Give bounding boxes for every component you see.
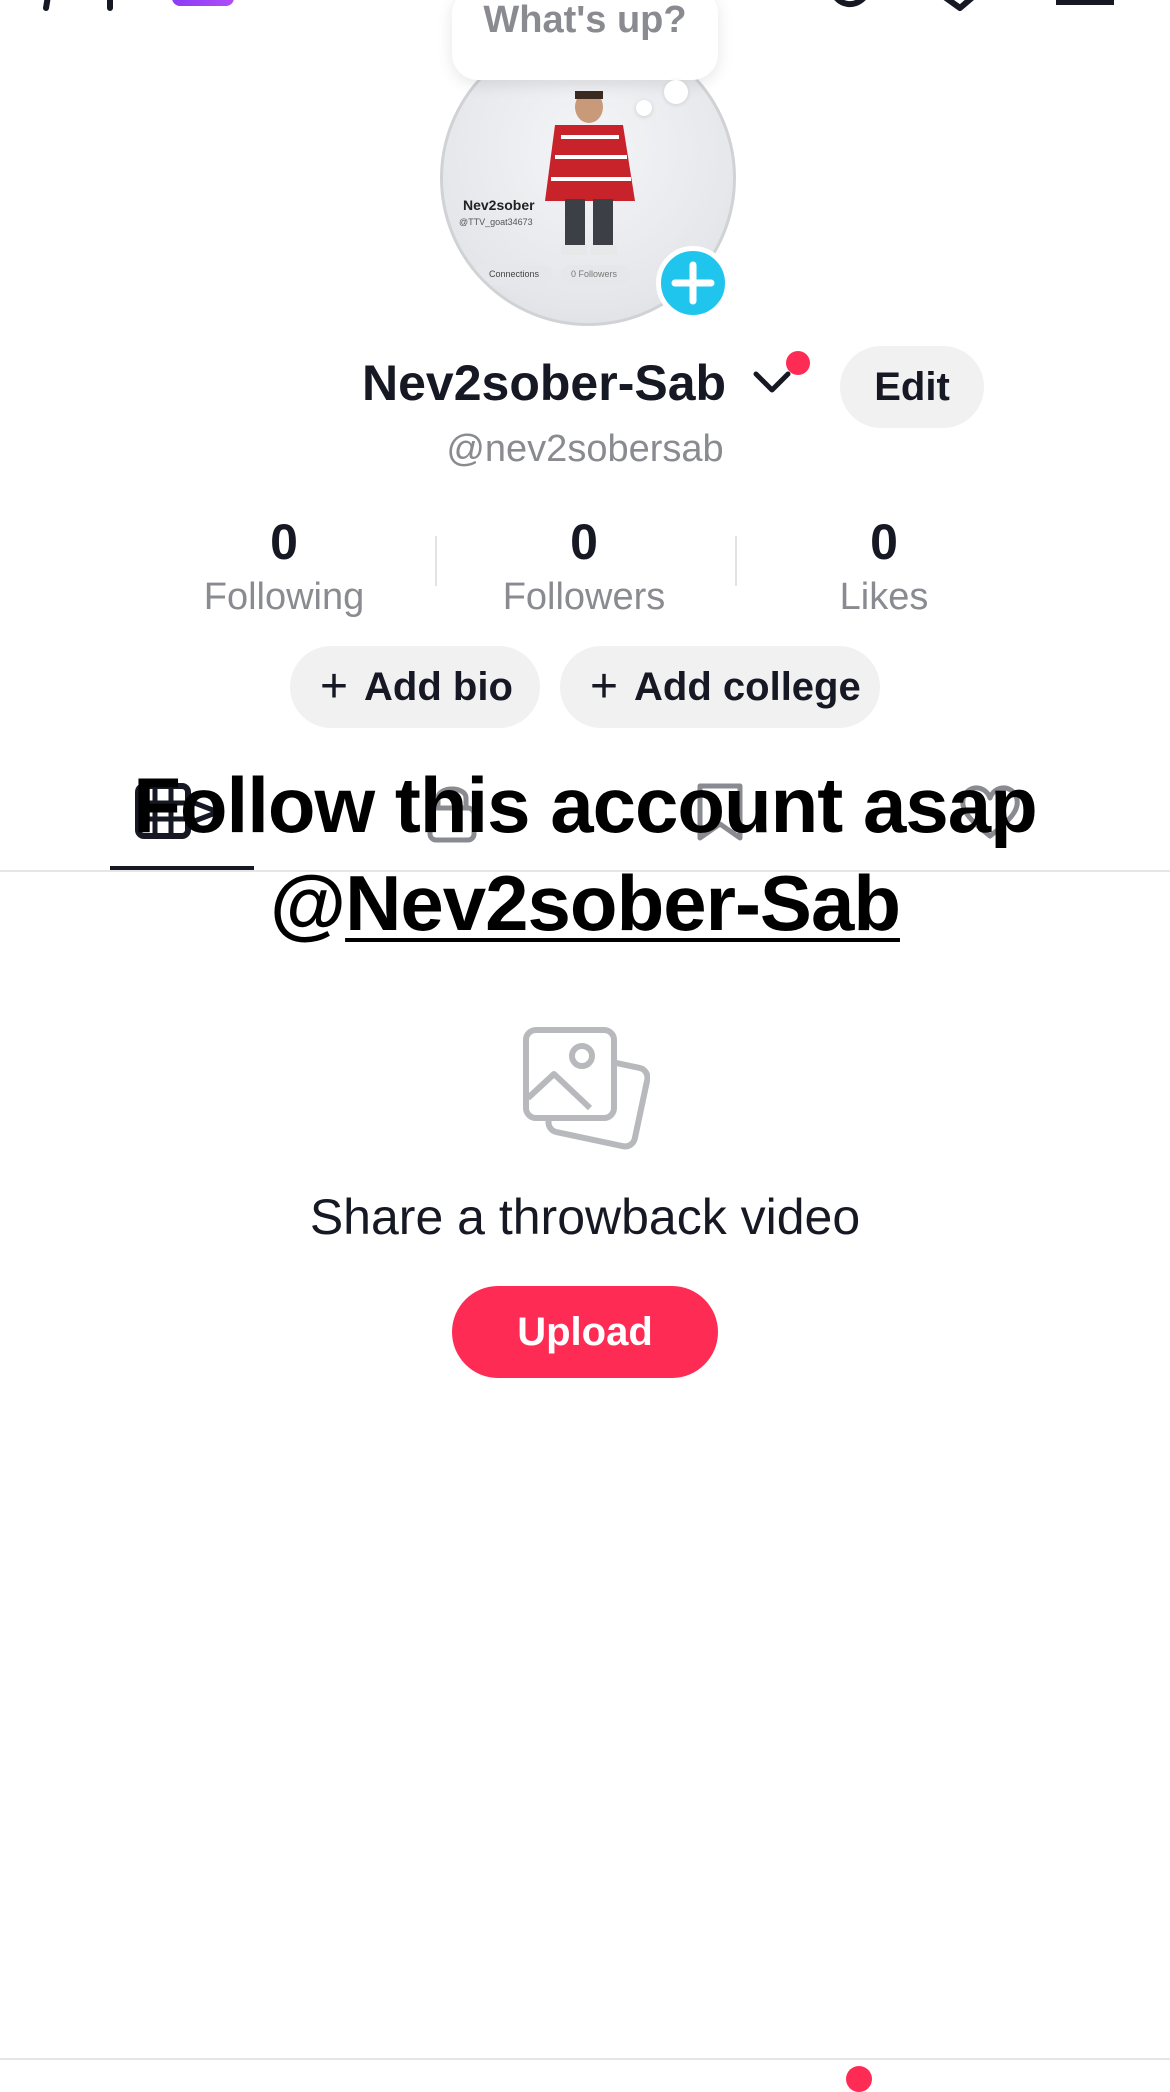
plus-icon: + [590,660,619,713]
stat-likes[interactable]: 0 Likes [734,512,1034,622]
inbox-notification-dot [846,2066,872,2092]
stat-following[interactable]: 0 Following [134,512,434,622]
overlay-mention-link[interactable]: Nev2sober-Sab [345,859,901,947]
stat-following-value: 0 [270,514,298,570]
overlay-caption: Follow this account asap @Nev2sober-Sab [0,756,1170,952]
add-college-label: Add college [634,665,861,709]
status-bubble[interactable]: What's up? [452,0,718,80]
stat-followers[interactable]: 0 Followers [434,512,734,622]
add-photo-button[interactable] [656,246,730,320]
status-bubble-text: What's up? [483,0,687,41]
add-bio-button[interactable]: + Add bio [290,646,540,728]
stat-following-label: Following [203,576,365,618]
photo-stack-icon [523,1027,650,1150]
add-friend-icon[interactable] [40,0,130,18]
menu-icon[interactable] [1056,0,1114,5]
share-icon[interactable] [926,0,996,18]
add-bio-label: Add bio [364,665,513,709]
bubble-tail-large [664,80,688,104]
bubble-tail-small [636,100,652,116]
stat-followers-label: Followers [502,576,666,618]
avatar-caption-connections: Connections [489,269,540,279]
plus-icon [671,261,715,305]
plus-icon: + [320,660,349,713]
avatar-caption-followers: 0 Followers [571,269,618,279]
footprint-icon[interactable] [820,0,880,18]
creator-badge-icon[interactable] [172,0,234,6]
overlay-at-symbol: @ [270,859,346,947]
avatar-caption-handle: @TTV_goat34673 [459,217,533,227]
display-name[interactable]: Nev2sober-Sab [362,354,726,412]
notification-dot [786,351,810,375]
stat-likes-label: Likes [839,576,929,618]
upload-button[interactable]: Upload [452,1286,718,1378]
empty-state-message: Share a throwback video [309,1189,861,1245]
overlay-line-1: Follow this account asap [133,761,1037,849]
avatar-caption-name: Nev2sober [463,197,535,213]
chevron-down-icon[interactable] [752,366,792,396]
overlay-line-2: @Nev2sober-Sab [0,854,1170,952]
edit-profile-button[interactable]: Edit [840,346,984,428]
stat-likes-value: 0 [870,514,898,570]
add-college-button[interactable]: + Add college [560,646,880,728]
username-handle: @nev2sobersab [446,428,724,470]
stat-followers-value: 0 [570,514,598,570]
bottom-nav-divider [0,2058,1170,2060]
